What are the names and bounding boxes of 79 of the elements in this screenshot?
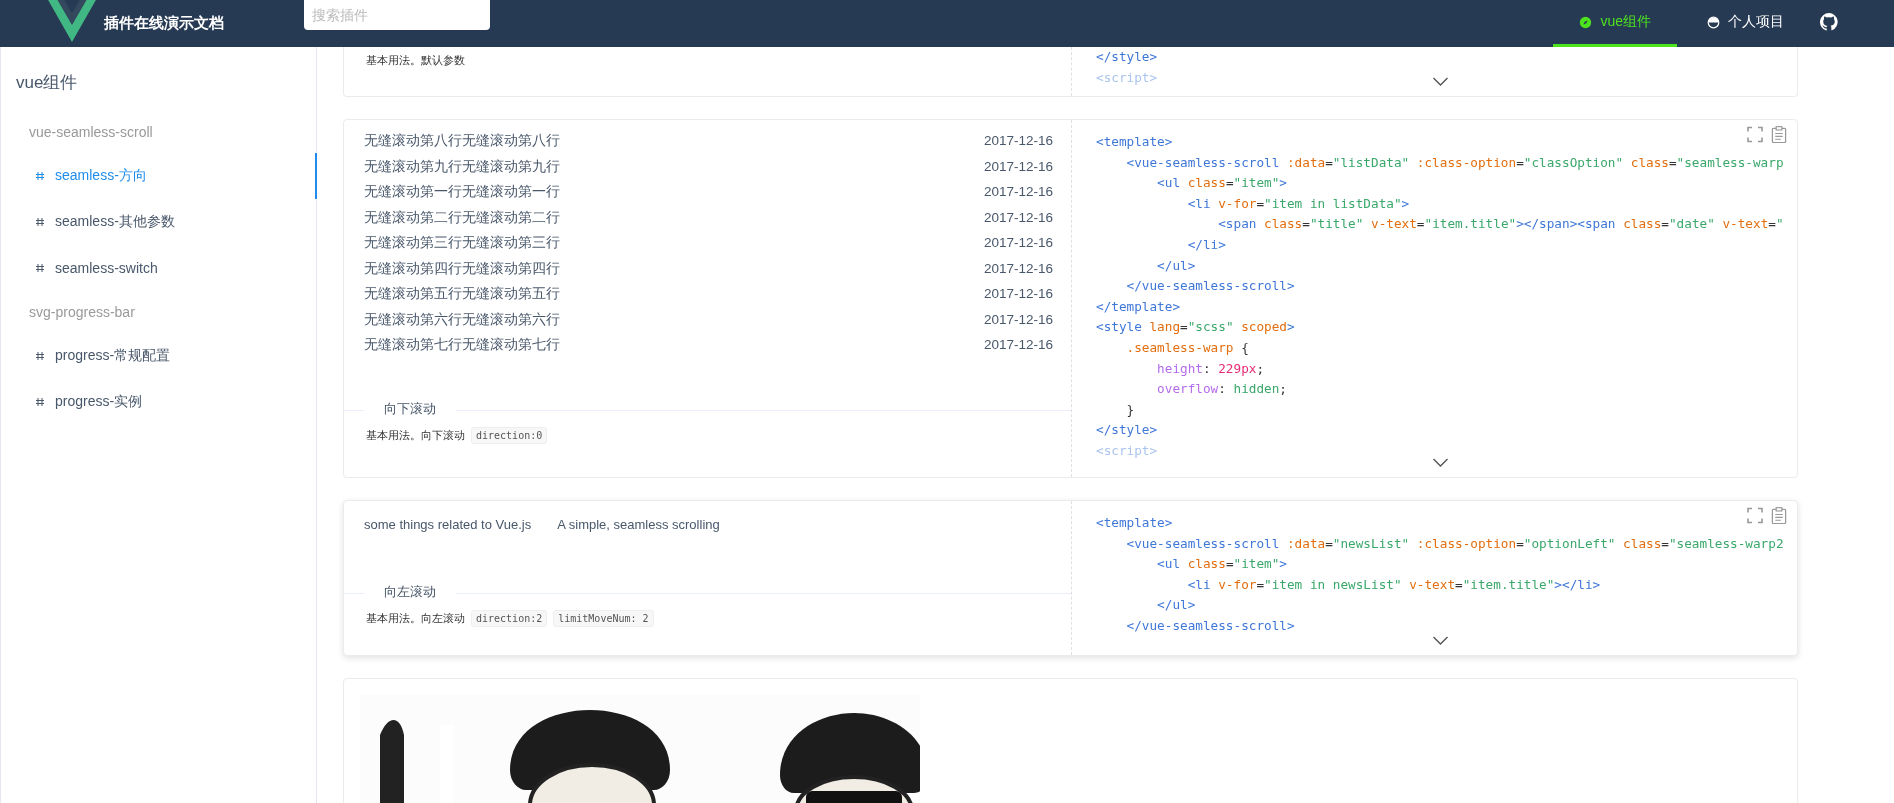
- code-line: <ul class="item">: [1156, 555, 1287, 574]
- code-line: <span class="title" v-text="item.title"></span><span class="date" v-text=": [1217, 215, 1784, 234]
- code-line: <li v-for="item in newsList" v-text="item.title"></li>: [1186, 575, 1601, 594]
- list-item-date: 2017-12-16: [983, 132, 1053, 150]
- list-item-date: 2017-12-16: [983, 157, 1053, 176]
- sidebar-group-label: vue-seamless-scroll: [28, 123, 154, 142]
- sidebar-item[interactable]: seamless-方向: [1, 153, 317, 199]
- list-item-title: 无缝滚动第四行无缝滚动第四行: [364, 259, 560, 278]
- demo-description: 基本用法。向左滚动: [366, 611, 465, 626]
- clipboard-icon[interactable]: [1771, 507, 1787, 524]
- chevron-down-icon[interactable]: [1432, 77, 1449, 86]
- code-line: </li>: [1186, 235, 1226, 254]
- code-line: overflow: hidden;: [1156, 380, 1287, 399]
- code-line: <template>: [1096, 133, 1173, 151]
- code-line: </template>: [1096, 297, 1181, 316]
- demo-description: 基本用法。默认参数: [366, 53, 465, 68]
- chevron-down-icon[interactable]: [1432, 636, 1449, 645]
- list-item-title: 无缝滚动第六行无缝滚动第六行: [364, 310, 560, 329]
- dial-icon: [1707, 15, 1720, 29]
- logo-icon: [48, 0, 96, 42]
- search-field[interactable]: 搜索插件: [304, 0, 490, 30]
- list-item-title: 无缝滚动第七行无缝滚动第七行: [364, 336, 560, 354]
- list-item-date: 2017-12-16: [983, 310, 1053, 329]
- marquee-item: some things related to Vue.js: [364, 517, 532, 534]
- sidebar-title: vue组件: [15, 72, 79, 94]
- demo-description: 基本用法。向下滚动: [366, 428, 465, 443]
- list-item-date: 2017-12-16: [983, 259, 1053, 278]
- github-icon[interactable]: [1820, 13, 1838, 31]
- list-item-title: 无缝滚动第八行无缝滚动第八行: [364, 132, 560, 150]
- nav-tab[interactable]: 个人项目: [1685, 0, 1806, 47]
- clipboard-icon[interactable]: [1771, 126, 1787, 143]
- code-line: <script>: [1096, 441, 1158, 460]
- list-item-date: 2017-12-16: [983, 285, 1053, 303]
- list-item-title: 无缝滚动第三行无缝滚动第三行: [364, 234, 560, 252]
- code-line: </style>: [1096, 421, 1158, 440]
- code-line: <li v-for="item in listData">: [1186, 194, 1410, 213]
- hash-icon: [35, 397, 45, 407]
- code-tag: direction:0: [471, 427, 548, 444]
- code-line: .seamless-warp {: [1125, 338, 1249, 357]
- demo-title: 向下滚动: [364, 400, 456, 418]
- sidebar-group-label: svg-progress-bar: [28, 303, 136, 322]
- list-item-title: 无缝滚动第二行无缝滚动第二行: [364, 208, 560, 227]
- code-line: <ul class="item">: [1156, 174, 1287, 193]
- code-line: <template>: [1096, 514, 1173, 532]
- code-line: height: 229px;: [1156, 359, 1265, 378]
- code-line: </ul>: [1156, 596, 1196, 615]
- list-item-title: 无缝滚动第九行无缝滚动第九行: [364, 157, 560, 176]
- hash-icon: [35, 171, 45, 181]
- demo-title: 向左滚动: [364, 583, 456, 601]
- hash-icon: [35, 351, 45, 361]
- fullscreen-icon[interactable]: [1747, 507, 1763, 524]
- hash-icon: [35, 217, 45, 227]
- list-item-date: 2017-12-16: [983, 336, 1053, 354]
- sidebar-item[interactable]: progress-常规配置: [1, 333, 317, 379]
- code-line: <vue-seamless-scroll :data="listData" :class-option="classOption" class="seamless-warp: [1125, 153, 1784, 172]
- code-line: </vue-seamless-scroll>: [1125, 616, 1295, 635]
- sidebar-item[interactable]: seamless-其他参数: [1, 199, 317, 245]
- sidebar-item[interactable]: seamless-switch: [1, 245, 317, 291]
- code-line: }: [1125, 400, 1135, 419]
- site-title: 插件在线演示文档: [104, 14, 224, 33]
- list-item-title: 无缝滚动第一行无缝滚动第一行: [364, 183, 560, 201]
- code-line: </ul>: [1156, 256, 1196, 275]
- compass-icon: [1579, 15, 1593, 29]
- chevron-down-icon[interactable]: [1432, 458, 1449, 467]
- fullscreen-icon[interactable]: [1747, 126, 1763, 143]
- code-line: <script>: [1096, 68, 1158, 87]
- sidebar-item[interactable]: progress-实例: [1, 379, 317, 425]
- code-tag: direction:2: [471, 610, 548, 627]
- code-tag: limitMoveNum: 2: [553, 610, 654, 627]
- list-item-date: 2017-12-16: [983, 208, 1053, 227]
- code-line: <style lang="scss" scoped>: [1096, 318, 1295, 337]
- code-line: <vue-seamless-scroll :data="newsList" :class-option="optionLeft" class="seamless-warp2: [1125, 534, 1784, 553]
- hash-icon: [35, 263, 45, 273]
- list-item-date: 2017-12-16: [983, 183, 1053, 201]
- list-item-date: 2017-12-16: [983, 234, 1053, 252]
- code-line: </vue-seamless-scroll>: [1125, 277, 1295, 296]
- marquee-item: A simple, seamless scrolling: [557, 517, 720, 534]
- list-item-title: 无缝滚动第五行无缝滚动第五行: [364, 285, 560, 303]
- code-line: </style>: [1096, 48, 1158, 66]
